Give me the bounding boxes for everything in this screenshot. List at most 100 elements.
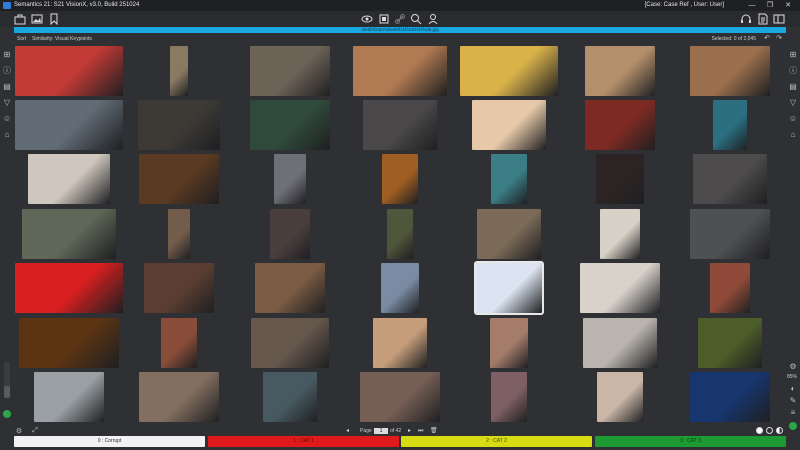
image-thumbnail[interactable] (477, 209, 541, 259)
pen-icon[interactable]: ✎ (788, 396, 798, 406)
image-thumbnail[interactable] (170, 46, 188, 96)
image-thumbnail[interactable] (491, 372, 527, 422)
image-thumbnail[interactable] (713, 100, 747, 150)
category-2-button[interactable]: 2 : CAT 2 (401, 436, 592, 447)
image-thumbnail[interactable] (15, 100, 123, 150)
category-3-button[interactable]: 3 : CAT 3 (595, 436, 786, 447)
image-thumbnail[interactable] (270, 209, 310, 259)
calendar-icon[interactable]: ▤ (2, 82, 12, 92)
image-thumbnail[interactable] (15, 46, 123, 96)
trash-icon[interactable]: 🗑 (430, 426, 438, 436)
image-thumbnail[interactable] (693, 154, 767, 204)
link-icon[interactable] (394, 13, 406, 25)
image-thumbnail[interactable] (382, 154, 418, 204)
expand-icon[interactable]: ⤢ (30, 427, 40, 435)
image-icon[interactable] (31, 13, 43, 25)
image-thumbnail[interactable] (28, 154, 110, 204)
sitemap-icon[interactable]: ⊞ (788, 50, 798, 60)
image-thumbnail[interactable] (251, 318, 329, 368)
filter-icon[interactable]: ▽ (788, 98, 798, 108)
tag-icon[interactable]: ⌂ (788, 130, 798, 140)
image-thumbnail[interactable] (580, 263, 660, 313)
settings-icon[interactable]: ⚙ (14, 427, 24, 435)
dark-theme-toggle[interactable] (766, 427, 773, 434)
image-thumbnail[interactable] (387, 209, 413, 259)
bookmark-icon[interactable] (48, 13, 60, 26)
document-icon[interactable] (757, 13, 769, 25)
selected-image-thumbnail[interactable] (474, 261, 544, 315)
light-theme-toggle[interactable] (756, 427, 763, 434)
page-number-input[interactable]: 1 (374, 428, 388, 434)
last-page-button[interactable]: ⏭ (418, 426, 423, 436)
tag-icon[interactable]: ⌂ (2, 130, 12, 140)
info-icon[interactable]: ⓘ (788, 66, 798, 76)
next-page-button[interactable]: ▸ (408, 426, 411, 436)
brightness-icon[interactable]: ◐ (788, 384, 798, 394)
image-thumbnail[interactable] (490, 318, 528, 368)
image-thumbnail[interactable] (353, 46, 447, 96)
image-thumbnail[interactable] (690, 372, 770, 422)
image-thumbnail[interactable] (34, 372, 104, 422)
image-thumbnail[interactable] (583, 318, 657, 368)
category-1-button[interactable]: 1 : CAT 1 (208, 436, 399, 447)
image-thumbnail[interactable] (600, 209, 640, 259)
image-thumbnail[interactable] (491, 154, 527, 204)
image-thumbnail[interactable] (255, 263, 325, 313)
sort-label[interactable]: Sort (17, 34, 26, 44)
image-thumbnail[interactable] (381, 263, 419, 313)
close-button[interactable]: ✕ (780, 0, 796, 11)
sitemap-icon[interactable]: ⊞ (2, 50, 12, 60)
image-thumbnail[interactable] (19, 318, 119, 368)
person-icon[interactable] (427, 13, 439, 25)
redo-button[interactable]: ↷ (776, 34, 782, 44)
filter-icon[interactable]: ▽ (2, 98, 12, 108)
image-thumbnail[interactable] (274, 154, 306, 204)
image-thumbnail[interactable] (596, 154, 644, 204)
eye-icon[interactable] (361, 13, 373, 25)
layout-icon[interactable] (773, 13, 785, 25)
stack-icon[interactable] (378, 13, 390, 25)
image-thumbnail[interactable] (139, 372, 219, 422)
image-thumbnail[interactable] (15, 263, 123, 313)
info-icon[interactable]: ⓘ (2, 66, 12, 76)
image-thumbnail[interactable] (168, 209, 190, 259)
maximize-button[interactable]: ❐ (762, 0, 778, 11)
image-thumbnail[interactable] (250, 46, 330, 96)
image-thumbnail[interactable] (698, 318, 762, 368)
image-thumbnail[interactable] (139, 154, 219, 204)
image-thumbnail[interactable] (710, 263, 750, 313)
vertical-slider[interactable] (4, 362, 10, 398)
selection-count: Selected: 0 of 2,045 (711, 36, 756, 42)
minimize-button[interactable]: — (744, 0, 760, 11)
headset-icon[interactable] (740, 13, 752, 25)
calendar-icon[interactable]: ▤ (788, 82, 798, 92)
image-thumbnail[interactable] (263, 372, 317, 422)
image-thumbnail[interactable] (250, 100, 330, 150)
image-thumbnail[interactable] (373, 318, 427, 368)
image-thumbnail[interactable] (585, 100, 655, 150)
category-0-button[interactable]: 0 : Corrupt (14, 436, 205, 447)
undo-button[interactable]: ↶ (764, 34, 770, 44)
image-thumbnail[interactable] (138, 100, 220, 150)
gear-icon[interactable]: ⚙ (788, 362, 798, 372)
search-icon[interactable] (410, 13, 422, 25)
similarity-label[interactable]: Similarity: Visual Keypoints (32, 34, 92, 44)
image-thumbnail[interactable] (360, 372, 440, 422)
image-thumbnail[interactable] (690, 209, 770, 259)
image-thumbnail[interactable] (363, 100, 437, 150)
sliders-icon[interactable]: ≡ (788, 408, 798, 418)
image-thumbnail[interactable] (585, 46, 655, 96)
image-thumbnail[interactable] (22, 209, 116, 259)
slider-thumb[interactable] (4, 386, 10, 398)
image-thumbnail[interactable] (597, 372, 643, 422)
user-icon[interactable]: ☺ (788, 114, 798, 124)
auto-theme-toggle[interactable] (776, 427, 783, 434)
prev-page-button[interactable]: ◂ (346, 426, 349, 436)
user-icon[interactable]: ☺ (2, 114, 12, 124)
image-thumbnail[interactable] (161, 318, 197, 368)
image-thumbnail[interactable] (460, 46, 558, 96)
briefcase-icon[interactable] (14, 13, 26, 25)
image-thumbnail[interactable] (144, 263, 214, 313)
image-thumbnail[interactable] (472, 100, 546, 150)
image-thumbnail[interactable] (690, 46, 770, 96)
